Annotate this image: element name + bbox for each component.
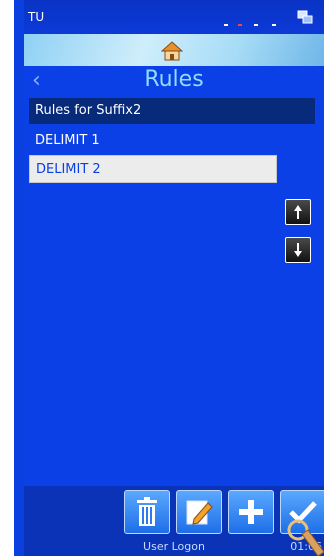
signal-icon	[224, 10, 284, 26]
window-frame	[0, 0, 14, 556]
list-item-delimit-2[interactable]: DELIMIT 2	[29, 155, 277, 183]
edit-icon	[186, 500, 213, 525]
home-icon	[161, 41, 183, 61]
arrow-up-icon	[294, 205, 302, 219]
network-icon	[297, 10, 313, 24]
bottom-toolbar	[24, 486, 324, 538]
edit-button[interactable]	[176, 490, 222, 534]
add-button[interactable]	[228, 490, 274, 534]
footer-bar: User Logon 01:06	[24, 538, 324, 556]
home-strip	[24, 34, 324, 66]
move-down-button[interactable]	[285, 237, 311, 263]
confirm-button[interactable]	[280, 490, 324, 534]
plus-icon	[239, 500, 263, 524]
list-item-delimit-1[interactable]: DELIMIT 1	[29, 127, 277, 155]
list-header: Rules for Suffix2	[29, 98, 315, 124]
title-bar: ‹ Rules	[24, 66, 324, 96]
check-icon	[289, 501, 317, 524]
arrow-down-icon	[294, 243, 302, 257]
status-bar: TU	[24, 0, 324, 34]
delete-button[interactable]	[124, 490, 170, 534]
trash-icon	[137, 497, 157, 526]
status-label: TU	[28, 10, 45, 24]
app-screen: TU ‹ Rules Rules for Suffix2 DELIMIT 1 D…	[24, 0, 324, 556]
move-up-button[interactable]	[285, 199, 311, 225]
page-title: Rules	[144, 67, 204, 92]
clock: 01:06	[290, 540, 322, 553]
home-button[interactable]	[160, 39, 184, 63]
user-logon-label[interactable]: User Logon	[24, 540, 324, 553]
